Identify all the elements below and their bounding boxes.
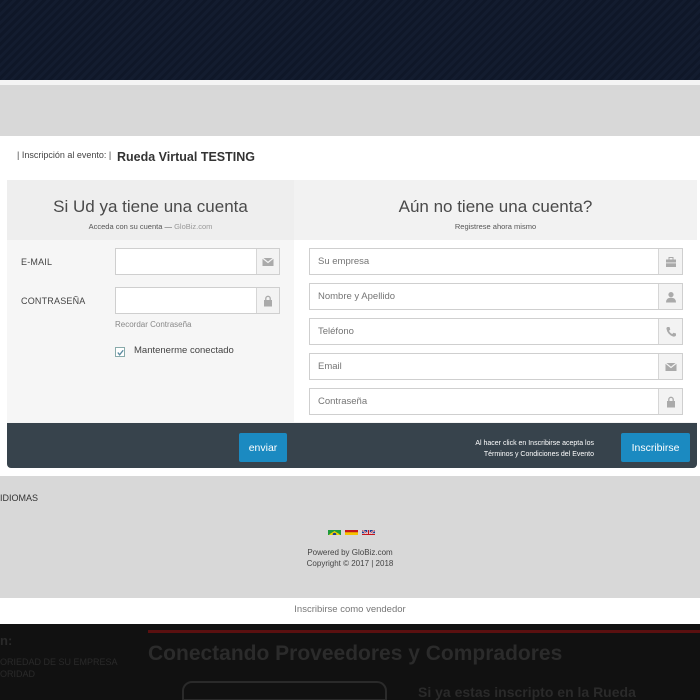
register-password-field[interactable] [309,388,683,415]
background-left-line: ORIEDAD DE SU EMPRESA [0,657,118,667]
login-email-input[interactable] [116,249,256,274]
background-left-heading: n: [0,633,13,648]
uk-flag-icon[interactable] [362,526,375,535]
powered-text: Powered by GloBiz.com [307,548,393,557]
powered-by: Powered by GloBiz.com Copyright © 2017 |… [0,547,700,569]
password-label: CONTRASEÑA [21,296,86,306]
background-header [0,0,700,80]
envelope-icon [658,354,682,379]
phone-input[interactable] [310,319,658,344]
event-prefix: | Inscripción al evento: | [17,150,112,160]
language-flags [328,526,375,535]
name-field[interactable] [309,283,683,310]
terms-line-1: Al hacer click en Inscribirse acepta los [475,440,594,447]
briefcase-icon [658,249,682,274]
company-input[interactable] [310,249,658,274]
phone-field[interactable] [309,318,683,345]
login-submit-button[interactable]: enviar [239,433,287,462]
login-password-field[interactable] [115,287,280,314]
copyright-text: Copyright © 2017 | 2018 [306,559,394,568]
check-icon [117,349,124,356]
user-icon [658,284,682,309]
brazil-flag-icon[interactable] [328,526,341,535]
register-heading: Aún no tiene una cuenta? [398,197,593,216]
lock-icon [658,389,682,414]
keep-logged-label: Mantenerme conectado [134,345,234,356]
seller-signup-link[interactable]: Inscribirse como vendedor [0,604,700,615]
register-submit-button[interactable]: Inscribirse [621,433,690,462]
background-title: Conectando Proveedores y Compradores [148,642,563,665]
brand-name: GloBiz.com [174,222,213,231]
keep-logged-checkbox[interactable] [115,347,125,357]
company-field[interactable] [309,248,683,275]
spain-flag-icon[interactable] [345,526,358,535]
divider [148,630,700,633]
register-password-input[interactable] [310,389,658,414]
remember-password-link[interactable]: Recordar Contraseña [115,320,191,329]
login-subheading: Acceda con su cuenta — GloBiz.com [88,222,213,231]
login-heading: Si Ud ya tiene una cuenta [53,197,248,216]
modal-footer [0,476,700,598]
phone-icon [658,319,682,344]
register-email-input[interactable] [310,354,658,379]
envelope-icon [256,249,279,274]
modal-top-band [0,85,700,136]
register-subheading: Registrese ahora mismo [454,222,537,231]
languages-label: IDIOMAS [0,493,39,503]
background-left-line: ORIDAD [0,669,36,679]
login-password-input[interactable] [116,288,256,313]
background-right-text: Si ya estas inscripto en la Rueda [418,684,636,700]
background-page: n: Conectando Proveedores y Compradores … [0,624,700,700]
terms-link[interactable]: Términos y Condiciones del Evento [450,449,594,460]
register-email-field[interactable] [309,353,683,380]
lock-icon [256,288,279,313]
terms-text: Al hacer click en Inscribirse acepta los… [450,438,594,460]
email-label: E-MAIL [21,257,53,267]
login-email-field[interactable] [115,248,280,275]
name-input[interactable] [310,284,658,309]
background-box [182,681,387,700]
event-name: Rueda Virtual TESTING [117,150,255,164]
